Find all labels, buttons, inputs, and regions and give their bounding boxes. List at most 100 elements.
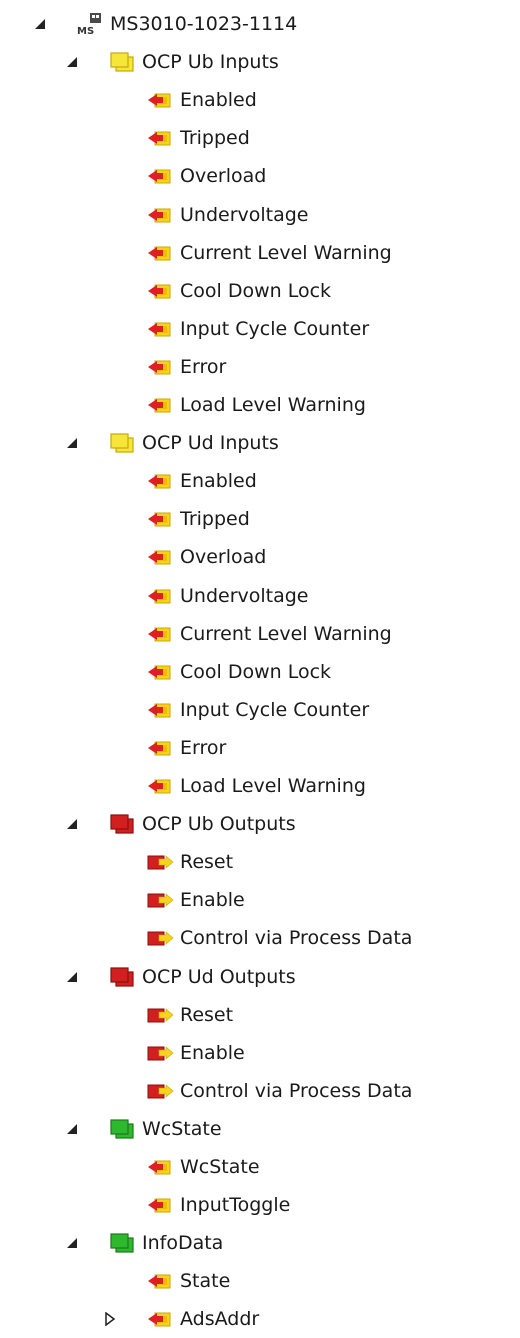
tree-item-label: Enable [180, 889, 245, 912]
tree-group-item[interactable]: OCP Ud Inputs [108, 424, 279, 462]
output-variable-icon [146, 886, 174, 914]
expand-arrow-icon[interactable] [64, 969, 80, 985]
tree-item-label: Undervoltage [180, 584, 309, 607]
tree-leaf-item[interactable]: Overload [146, 157, 266, 195]
tree-leaf-item[interactable]: Cool Down Lock [146, 272, 331, 310]
tree-leaf-item[interactable]: AdsAddr [146, 1300, 259, 1338]
tree-leaf-item[interactable]: Error [146, 348, 226, 386]
tree-leaf-item[interactable]: Current Level Warning [146, 615, 392, 653]
tree-leaf-item[interactable]: Control via Process Data [146, 919, 412, 957]
output-variable-icon [146, 1039, 174, 1067]
tree-item-label: State [180, 1270, 231, 1293]
tree-leaf-item[interactable]: State [146, 1262, 230, 1300]
output-variable-icon [146, 1001, 174, 1029]
tree-leaf-item[interactable]: Reset [146, 843, 233, 881]
expand-arrow-icon[interactable] [64, 816, 80, 832]
input-variable-icon [146, 124, 174, 152]
tree-root-device[interactable]: MS MS3010-1023-1114 [76, 5, 297, 43]
tree-item-label: InputToggle [180, 1194, 291, 1217]
output-folder-icon [108, 963, 136, 991]
tree-leaf-item[interactable]: Input Cycle Counter [146, 691, 369, 729]
tree-leaf-item[interactable]: Input Cycle Counter [146, 310, 369, 348]
output-variable-icon [146, 924, 174, 952]
tree-leaf-item[interactable]: Overload [146, 538, 266, 576]
collapse-arrow-icon[interactable] [102, 1311, 118, 1327]
tree-leaf-item[interactable]: Reset [146, 996, 233, 1034]
tree-leaf-item[interactable]: Current Level Warning [146, 234, 392, 272]
tree-item-label: OCP Ud Inputs [142, 432, 279, 455]
expand-arrow-icon[interactable] [64, 1121, 80, 1137]
tree-leaf-item[interactable]: Enabled [146, 81, 257, 119]
input-variable-icon [146, 277, 174, 305]
tree-item-label: Tripped [180, 127, 250, 150]
expand-arrow-icon[interactable] [32, 16, 48, 32]
tree-leaf-item[interactable]: Tripped [146, 119, 250, 157]
tree-item-label: Undervoltage [180, 203, 309, 226]
tree-item-label: Enable [180, 1041, 245, 1064]
input-variable-icon [146, 658, 174, 686]
tree-leaf-item[interactable]: Enabled [146, 462, 257, 500]
input-variable-icon [146, 505, 174, 533]
tree-item-label: Cool Down Lock [180, 660, 332, 683]
tree-group-item[interactable]: OCP Ub Inputs [108, 43, 279, 81]
tree-item-label: Control via Process Data [180, 1079, 413, 1102]
tree-item-label: Input Cycle Counter [180, 698, 370, 721]
tree-group-item[interactable]: WcState [108, 1110, 222, 1148]
tree-item-label: AdsAddr [180, 1308, 260, 1331]
input-variable-icon [146, 1191, 174, 1219]
tree-item-label: Reset [180, 851, 234, 874]
input-variable-icon [146, 772, 174, 800]
tree-leaf-item[interactable]: Error [146, 729, 226, 767]
tree-leaf-item[interactable]: Undervoltage [146, 196, 309, 234]
tree-item-label: OCP Ub Outputs [142, 813, 296, 836]
tree-item-label: MS3010-1023-1114 [110, 13, 298, 35]
expand-arrow-icon[interactable] [64, 435, 80, 451]
input-variable-icon [146, 1267, 174, 1295]
input-folder-icon [108, 429, 136, 457]
status-folder-icon [108, 1229, 136, 1257]
output-folder-icon [108, 810, 136, 838]
input-variable-icon [146, 239, 174, 267]
tree-leaf-item[interactable]: Control via Process Data [146, 1072, 412, 1110]
tree-leaf-item[interactable]: Load Level Warning [146, 386, 366, 424]
expand-arrow-icon[interactable] [64, 54, 80, 70]
tree-item-label: WcState [142, 1117, 222, 1140]
input-variable-icon [146, 734, 174, 762]
output-variable-icon [146, 848, 174, 876]
input-variable-icon [146, 353, 174, 381]
tree-group-item[interactable]: OCP Ub Outputs [108, 805, 296, 843]
tree-item-label: InfoData [142, 1232, 224, 1255]
tree-item-label: OCP Ud Outputs [142, 965, 296, 988]
input-variable-icon [146, 1153, 174, 1181]
tree-leaf-item[interactable]: Enable [146, 1034, 245, 1072]
tree-item-label: Input Cycle Counter [180, 317, 370, 340]
ms-device-icon: MS [76, 10, 104, 38]
tree-item-label: Tripped [180, 508, 250, 531]
tree-group-item[interactable]: InfoData [108, 1224, 223, 1262]
tree-leaf-item[interactable]: Load Level Warning [146, 767, 366, 805]
tree-item-label: Overload [180, 165, 267, 188]
tree-leaf-item[interactable]: InputToggle [146, 1186, 290, 1224]
tree-item-label: Control via Process Data [180, 927, 413, 950]
input-variable-icon [146, 582, 174, 610]
svg-text:MS: MS [77, 26, 94, 37]
output-variable-icon [146, 1077, 174, 1105]
tree-item-label: Current Level Warning [180, 241, 392, 264]
input-variable-icon [146, 1305, 174, 1333]
expand-arrow-icon[interactable] [64, 1235, 80, 1251]
tree-leaf-item[interactable]: Cool Down Lock [146, 653, 331, 691]
tree-group-item[interactable]: OCP Ud Outputs [108, 958, 296, 996]
tree-leaf-item[interactable]: WcState [146, 1148, 260, 1186]
tree-leaf-item[interactable]: Enable [146, 881, 245, 919]
tree-leaf-item[interactable]: Undervoltage [146, 577, 309, 615]
tree-item-label: Current Level Warning [180, 622, 392, 645]
status-folder-icon [108, 1115, 136, 1143]
input-variable-icon [146, 162, 174, 190]
tree-item-label: Overload [180, 546, 267, 569]
tree-leaf-item[interactable]: Tripped [146, 500, 250, 538]
tree-item-label: Load Level Warning [180, 775, 366, 797]
input-variable-icon [146, 201, 174, 229]
tree-item-label: Enabled [180, 89, 257, 112]
input-variable-icon [146, 315, 174, 343]
tree-item-label: Enabled [180, 470, 257, 493]
